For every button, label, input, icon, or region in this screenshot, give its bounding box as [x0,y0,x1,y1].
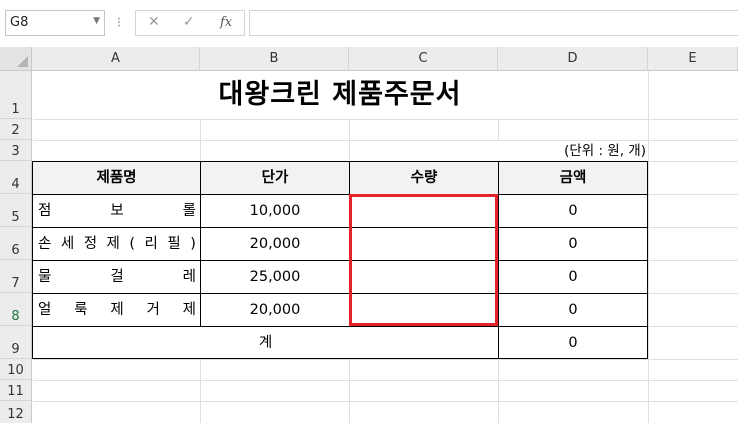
product-name-char: 레 [182,269,196,285]
quantity-highlight-box [349,194,498,326]
product-name-char: 제 [106,236,120,252]
product-name-char: 정 [83,236,98,252]
product-name-char: 거 [146,302,160,318]
product-name-char: ( [129,236,136,252]
unit-price-cell[interactable]: 10,000 [201,195,349,227]
unit-price-cell[interactable]: 25,000 [201,261,349,293]
header-quantity[interactable]: 수량 [350,162,498,194]
amount-cell[interactable]: 0 [499,195,647,227]
product-name-char: 보 [110,203,124,219]
product-name-char: 손 [38,236,52,252]
unit-price-cell[interactable]: 20,000 [201,294,349,326]
product-name-cell[interactable]: 손 세 정 제 ( 리 필 ) [33,228,200,260]
product-name-char: 걸 [110,269,124,285]
product-name-cell[interactable]: 물 걸 레 [33,261,200,293]
header-product-name[interactable]: 제품명 [33,162,200,194]
amount-cell[interactable]: 0 [499,261,647,293]
product-name-char: 롤 [182,203,196,219]
product-name-char: 제 [182,302,196,318]
header-unit-price[interactable]: 단가 [201,162,349,194]
unit-note[interactable]: (단위 : 원, 개) [349,140,648,161]
product-name-char: 룩 [74,302,88,318]
product-name-char: 필 [167,236,181,252]
amount-cell[interactable]: 0 [499,228,647,260]
product-name-char: 세 [60,236,75,252]
total-amount-cell[interactable]: 0 [499,327,647,359]
product-name-char: 점 [38,203,52,219]
total-label-cell[interactable]: 계 [33,327,498,359]
amount-cell[interactable]: 0 [499,294,647,326]
header-amount[interactable]: 금액 [499,162,647,194]
product-name-cell[interactable]: 점 보 롤 [33,195,200,227]
product-name-char: 리 [144,236,158,252]
product-name-char: 제 [110,302,124,318]
product-name-char: ) [190,236,196,252]
product-name-char: 얼 [38,302,52,318]
unit-price-cell[interactable]: 20,000 [201,228,349,260]
sheet-title[interactable]: 대왕크린 제품주문서 [32,71,648,119]
product-name-cell[interactable]: 얼 룩 제 거 제 [33,294,200,326]
product-name-char: 물 [38,269,52,285]
